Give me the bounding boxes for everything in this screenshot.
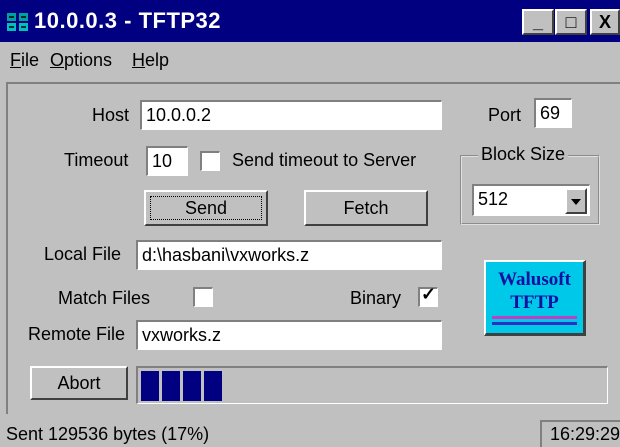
logo-stripe [492,322,577,325]
maximize-button[interactable]: □ [555,9,587,35]
timeout-label: Timeout [64,150,129,170]
host-input[interactable]: 10.0.0.2 [140,100,442,130]
progress-block [162,371,180,401]
close-button[interactable]: X [590,9,620,35]
abort-button[interactable]: Abort [30,366,128,400]
block-size-label: Block Size [478,144,569,165]
logo-line1: Walusoft [498,269,571,290]
close-icon: X [598,12,611,32]
send-timeout-checkbox[interactable] [200,151,220,171]
remote-file-label: Remote File [28,324,126,344]
block-size-select[interactable]: 512 [472,184,590,216]
block-size-value: 512 [478,189,509,209]
send-button[interactable]: Send [144,190,268,226]
remote-file-input[interactable]: vxworks.z [136,320,442,350]
menu-help[interactable]: Help [132,50,169,71]
local-file-input[interactable]: d:\hasbani\vxworks.z [136,240,442,270]
match-files-label: Match Files [58,288,151,308]
checkmark-icon: ✓ [421,284,437,304]
menu-options[interactable]: Options [50,50,112,71]
maximize-icon: □ [565,12,577,32]
status-bar: Sent 129536 bytes (17%) 16:29:29 [0,420,620,447]
chevron-down-icon[interactable] [565,188,587,214]
window-title: 10.0.0.3 - TFTP32 [34,8,222,33]
progress-block [183,371,201,401]
menu-bar: File Options Help [0,42,620,76]
status-message: Sent 129536 bytes (17%) [6,424,210,444]
port-label: Port [488,105,522,125]
walusoft-tftp-logo: Walusoft TFTP [484,260,586,336]
binary-checkbox[interactable]: ✓ [418,284,438,307]
fetch-button[interactable]: Fetch [304,190,428,226]
logo-stripe [492,316,577,319]
logo-line2: TFTP [510,292,559,313]
local-file-label: Local File [44,244,122,264]
title-bar[interactable]: 10.0.0.3 - TFTP32 _ □ X [0,0,620,42]
send-timeout-label: Send timeout to Server [232,150,417,170]
progress-block [204,371,222,401]
progress-bar [136,366,608,404]
tftp-app-icon [7,13,28,31]
timeout-input[interactable]: 10 [146,146,188,176]
menu-file[interactable]: File [10,50,39,71]
port-input[interactable]: 69 [534,98,572,128]
minimize-button[interactable]: _ [522,9,554,35]
progress-block [141,371,159,401]
minimize-icon: _ [532,12,543,32]
host-label: Host [92,105,130,125]
match-files-checkbox[interactable] [193,287,213,307]
tftp32-window: 10.0.0.3 - TFTP32 _ □ X File Options Hel… [0,0,620,447]
binary-label: Binary [350,288,402,308]
status-clock: 16:29:29 [540,420,620,447]
focus-rectangle [150,196,262,220]
